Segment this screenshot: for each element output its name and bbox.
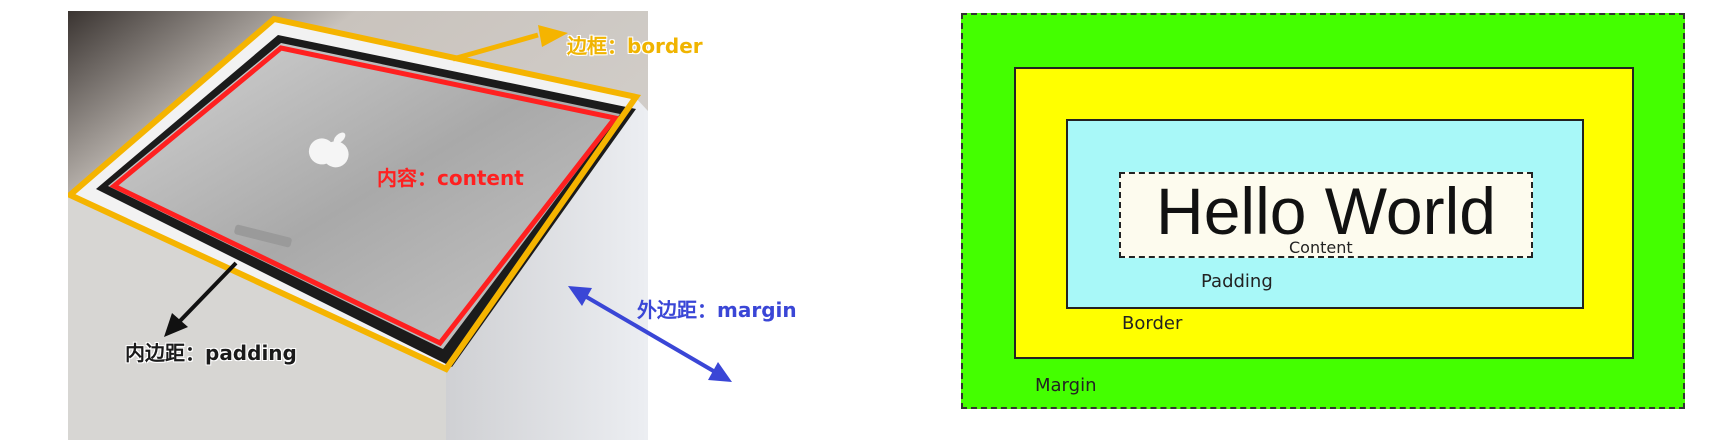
content-label: Content	[1289, 238, 1353, 257]
border-label: Border	[1122, 313, 1183, 334]
margin-label: Margin	[1035, 375, 1097, 396]
margin-box: Hello World Content Padding Border Margi…	[961, 13, 1685, 409]
border-box: Hello World Content Padding Border	[1014, 67, 1634, 359]
content-annotation: 内容：content	[377, 166, 524, 190]
padding-label: Padding	[1201, 271, 1273, 292]
margin-annotation: 外边距：margin	[637, 298, 797, 322]
padding-box: Hello World Content Padding	[1066, 119, 1584, 309]
padding-annotation: 内边距：padding	[125, 341, 297, 365]
hello-world-text: Hello World	[1156, 174, 1496, 248]
content-box: Hello World Content	[1119, 172, 1533, 258]
border-annotation: 边框：border	[567, 34, 703, 58]
